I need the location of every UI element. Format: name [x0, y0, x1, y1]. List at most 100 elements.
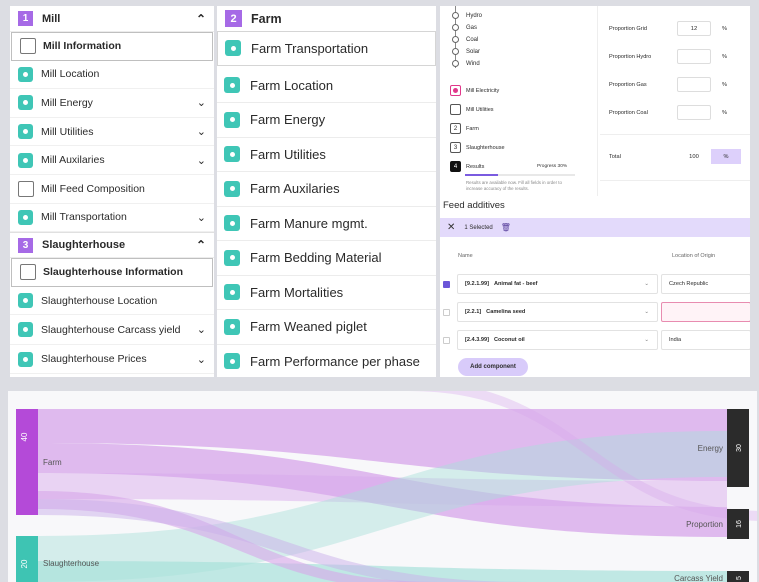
farm-item-label: Farm Mortalities [250, 284, 344, 300]
farm-item-label: Farm Manure mgmt. [250, 215, 368, 231]
check-icon [225, 40, 241, 57]
list-item[interactable]: Mill Information [11, 32, 213, 61]
proportion-input[interactable] [677, 105, 711, 120]
close-icon[interactable]: ✕ [447, 222, 455, 233]
farm-list-item[interactable]: Farm Mortalities [217, 276, 436, 310]
total-unit: % [711, 149, 741, 164]
proportion-input[interactable] [677, 77, 711, 92]
step-number-badge: 2 [225, 10, 242, 27]
energy-source[interactable]: Wind [452, 60, 480, 67]
chevron-down-icon[interactable]: ⌄ [197, 96, 206, 109]
radio-icon [452, 24, 459, 31]
chevron-down-icon[interactable]: ⌄ [197, 323, 206, 336]
step-number-badge: 1 [18, 11, 33, 26]
check-icon [18, 95, 33, 111]
progress-step[interactable]: 3 Slaughterhouse [450, 142, 505, 153]
farm-item-label: Farm Weaned piglet [250, 319, 367, 335]
farm-list-item[interactable]: Farm Transportation [217, 31, 436, 66]
farm-list-item[interactable]: Farm Weaned piglet [217, 310, 436, 345]
check-icon [224, 249, 240, 266]
chevron-down-icon[interactable]: ⌄ [197, 125, 206, 138]
origin-field[interactable]: Czech Republic [661, 274, 750, 294]
total-label: Total [609, 153, 621, 160]
check-icon [18, 351, 33, 367]
radio-icon [452, 12, 459, 19]
chevron-up-icon[interactable]: ⌃ [196, 238, 206, 252]
total-value: 100 [689, 153, 699, 160]
feed-name-select[interactable]: [9.2.1.99] Animal fat - beef ⌄ [457, 274, 658, 294]
farm-list-item[interactable]: Farm Performance per phase [217, 345, 436, 378]
farm-list-item[interactable]: Farm Location [217, 69, 436, 103]
energy-source[interactable]: Coal [452, 36, 478, 43]
feed-name-select[interactable]: [2.2.1] Camelina seed ⌄ [457, 302, 658, 322]
energy-source[interactable]: Gas [452, 24, 477, 31]
add-component-button[interactable]: Add component [458, 358, 528, 376]
progress-sidebar: Hydro Gas Coal Solar Wind Mill Electricity Mi… [440, 6, 598, 196]
chevron-down-icon[interactable]: ⌄ [197, 211, 206, 224]
energy-proportions: Proportion Grid 12% Proportion Hydro% Propo… [600, 6, 750, 196]
checkbox-icon [18, 180, 34, 197]
energy-source-label: Wind [466, 60, 480, 67]
list-item[interactable]: Mill Utilities ⌄ [10, 118, 214, 147]
origin-field[interactable]: India [661, 330, 750, 350]
sankey-diagram: 40 Farm 20 Slaughterhouse 30 Energy 16 Proporti… [8, 391, 757, 582]
row-checkbox[interactable] [443, 280, 450, 288]
proportion-label: Proportion Grid [609, 25, 647, 32]
list-item[interactable]: Slaughterhouse Information [11, 258, 213, 287]
table-row: [2.4.3.99] Coconut oil ⌄ India [440, 330, 750, 350]
section-header-slaughterhouse[interactable]: 3 Slaughterhouse ⌃ [10, 232, 214, 259]
step-number-badge: 3 [18, 237, 33, 253]
farm-list-item[interactable]: Farm Energy [217, 103, 436, 138]
list-item[interactable]: Slaughterhouse Prices ⌄ [10, 345, 214, 374]
progress-step[interactable]: 4 Results [450, 161, 484, 172]
list-item-label: Mill Location [41, 68, 100, 81]
step-marker-icon: 2 [450, 123, 461, 134]
node-label: Proportion [686, 520, 723, 529]
check-icon [18, 209, 33, 225]
proportion-input[interactable]: 12 [677, 21, 711, 36]
list-item[interactable]: Mill Feed Composition [10, 175, 214, 204]
node-label: Energy [698, 444, 723, 453]
farm-list-item[interactable]: Farm Auxilaries [217, 172, 436, 207]
node-value: 5 [736, 576, 743, 580]
list-item[interactable]: Slaughterhouse Carcass yield ⌄ [10, 315, 214, 346]
chevron-down-icon[interactable]: ⌄ [197, 154, 206, 167]
list-item[interactable]: Mill Location [10, 61, 214, 90]
selected-count: 1 Selected [464, 224, 493, 231]
progress-step[interactable]: Mill Electricity [450, 85, 499, 96]
progress-step[interactable]: 2 Farm [450, 123, 479, 134]
proportion-input[interactable] [677, 49, 711, 64]
progress-bar [465, 174, 575, 176]
list-item-label: Mill Information [43, 40, 122, 53]
list-item[interactable]: Slaughterhouse Location [10, 287, 214, 316]
list-item[interactable]: Mill Energy ⌄ [10, 89, 214, 118]
farm-list-item[interactable]: Farm Bedding Material [217, 241, 436, 276]
chevron-down-icon[interactable]: ⌄ [197, 353, 206, 366]
energy-source[interactable]: Hydro [452, 12, 482, 19]
radio-icon [452, 60, 459, 67]
node-value: 30 [736, 444, 743, 452]
progress-fill [465, 174, 498, 176]
farm-list-item[interactable]: Farm Utilities [217, 138, 436, 172]
section-header-farm[interactable]: 2 Farm [217, 6, 436, 31]
farm-list-item[interactable]: Farm Manure mgmt. [217, 207, 436, 241]
row-checkbox[interactable] [443, 308, 450, 316]
feed-name-select[interactable]: [2.4.3.99] Coconut oil ⌄ [457, 330, 658, 350]
progress-step[interactable]: Mill Utilities [450, 104, 494, 115]
radio-icon [452, 36, 459, 43]
list-item-label: Mill Transportation [41, 211, 127, 224]
list-item[interactable]: Mill Auxilaries ⌄ [10, 146, 214, 175]
mill-item-list: Mill Information Mill Location Mill Energy… [10, 32, 214, 233]
chevron-up-icon[interactable]: ⌃ [196, 12, 206, 26]
total-row: Total 100 % [609, 149, 741, 164]
list-item[interactable]: Mill Transportation ⌄ [10, 204, 214, 233]
energy-source[interactable]: Solar [452, 48, 480, 55]
section-header-mill[interactable]: 1 Mill ⌃ [10, 6, 214, 32]
check-icon [224, 353, 240, 370]
origin-field[interactable] [661, 302, 750, 322]
checkbox-icon [20, 38, 36, 55]
row-checkbox[interactable] [443, 336, 450, 344]
trash-icon[interactable]: 🗑 [501, 223, 511, 232]
feed-code: [2.2.1] [465, 309, 482, 315]
radio-icon [452, 48, 459, 55]
